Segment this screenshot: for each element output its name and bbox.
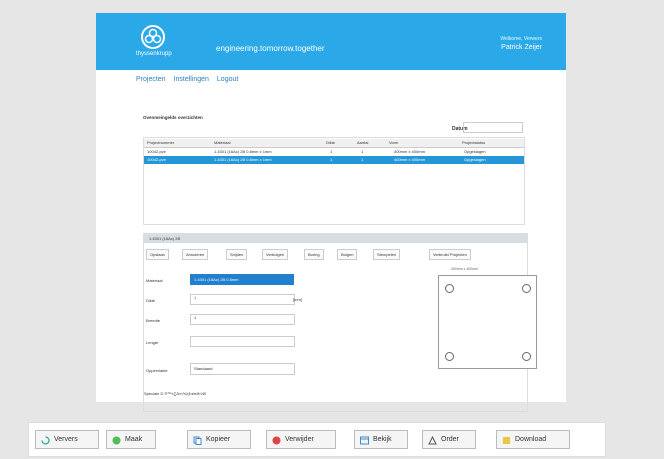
order-icon (428, 435, 437, 445)
cell-aantal: 1 (361, 149, 364, 154)
detail-panel: 1.4301 (16Ac) 2B Opslaan Annuleren Snijd… (143, 233, 537, 412)
nav-instellingen[interactable]: Instellingen (174, 76, 209, 83)
copy-icon (193, 435, 202, 445)
cell-projectnummer: 10042-pve (147, 157, 166, 162)
table-row-selected[interactable]: 10042-pve 1.4301 (16Ac) 2B 0.8mm x 1mm 1… (144, 156, 524, 164)
bekijk-button[interactable]: Bekijk (354, 430, 408, 449)
tab-snijden[interactable]: Snijden (226, 249, 248, 260)
cell-status: Opgeslagen (464, 157, 486, 162)
cell-dikte: 1 (330, 157, 333, 162)
bottom-toolbar: Ververs Maak Kopieer Verwijder Bekijk Or… (28, 422, 606, 457)
col-projectstatus[interactable]: Projectstatus (462, 140, 522, 145)
cell-projectnummer: 10042-pve (147, 149, 166, 154)
table-row[interactable]: 10042-pve 1.4301 (16Ac) 2B 0.8mm x 1mm 1… (144, 148, 524, 156)
col-materiaal[interactable]: Materiaal (214, 140, 314, 145)
cell-aantal: 1 (361, 157, 364, 162)
maak-label: Maak (125, 436, 143, 443)
material-select-value: 1.4301 (16Ac) 2B 0.8mm (194, 277, 239, 282)
download-icon (502, 435, 511, 444)
col-aantal[interactable]: Aantal (357, 140, 382, 145)
order-label: Order (441, 436, 459, 443)
user-name[interactable]: Patrick Zeijer (501, 44, 542, 51)
thyssenkrupp-logo-icon[interactable] (140, 24, 166, 50)
tab-verbuigen[interactable]: Verbuigen (262, 249, 289, 260)
cell-dikte: 1 (330, 149, 333, 154)
finish-label: Oppervlakte (146, 368, 168, 373)
col-vorm[interactable]: Vorm (389, 140, 459, 145)
nav-logout[interactable]: Logout (217, 76, 238, 83)
app-header: thyssenkrupp engineering.tomorrow.togeth… (96, 13, 566, 70)
nav-projecten[interactable]: Projecten (136, 76, 166, 83)
dikte-label: Dikte (146, 298, 156, 303)
col-dikte[interactable]: Dikte (326, 140, 351, 145)
tab-verbruikt-projecten[interactable]: Verbruikt Projecten (429, 249, 471, 260)
add-icon (112, 435, 121, 445)
hole-marker (445, 284, 454, 293)
shape-preview (438, 275, 537, 369)
refresh-icon (41, 435, 50, 445)
lengte-label: Lengte (146, 340, 159, 345)
logo-text: thyssenkrupp (136, 51, 172, 57)
breedte-input[interactable]: 1 (190, 314, 295, 325)
project-grid: Projectnummer Materiaal Dikte Aantal Vor… (143, 137, 525, 225)
section-title: Ovenmeingelds overzichten (143, 115, 203, 120)
delete-icon (272, 435, 281, 445)
verwijder-label: Verwijder (285, 436, 314, 443)
ververs-button[interactable]: Ververs (35, 430, 99, 449)
col-projectnummer[interactable]: Projectnummer (147, 140, 202, 145)
welcome-text: Welkome, Verwers (500, 36, 542, 42)
tagline: engineering.tomorrow.together (216, 44, 325, 53)
verwijder-button[interactable]: Verwijder (266, 430, 336, 449)
dikte-input[interactable]: 1 (190, 294, 295, 305)
panel-title: 1.4301 (16Ac) 2B (149, 236, 181, 241)
ververs-label: Ververs (54, 436, 78, 443)
lengte-input[interactable] (190, 336, 295, 347)
download-label: Download (515, 436, 547, 443)
cell-materiaal: 1.4301 (16Ac) 2B 0.8mm x 1mm (214, 157, 272, 162)
tab-opslaan[interactable]: Opslaan (146, 249, 169, 260)
cell-vorm: 400mm x 400mm (394, 157, 425, 162)
main-window: thyssenkrupp engineering.tomorrow.togeth… (96, 13, 566, 412)
tab-buigen[interactable]: Buigen (337, 249, 358, 260)
tab-stempelen[interactable]: Stempelen (373, 249, 401, 260)
tab-boring[interactable]: Boring (304, 249, 324, 260)
hole-marker (522, 352, 531, 361)
cell-status: Opgeslagen (464, 149, 486, 154)
order-button[interactable]: Order (422, 430, 476, 449)
dikte-unit: [mm] (293, 297, 302, 302)
finish-select[interactable]: Standaard (190, 363, 295, 375)
cell-materiaal: 1.4301 (16Ac) 2B 0.8mm x 1mm (214, 149, 272, 154)
cell-vorm: 400mm x 400mm (394, 149, 425, 154)
finish-select-value: Standaard (194, 366, 213, 371)
special-characters[interactable]: Speciale D ®™±∑∆∞√≤≥∫≈≠π∂≈◊Ø (144, 391, 206, 396)
maak-button[interactable]: Maak (106, 430, 156, 449)
preview-label: 400mm x 400mm (451, 267, 479, 271)
hole-marker (522, 284, 531, 293)
kopieer-label: Kopieer (206, 436, 231, 443)
top-nav: Projecten Instellingen Logout (136, 76, 244, 83)
download-button[interactable]: Download (496, 430, 570, 449)
tab-annuleren[interactable]: Annuleren (182, 249, 209, 260)
view-icon (360, 435, 369, 445)
hole-marker (445, 352, 454, 361)
material-label: Materiaal (146, 278, 163, 283)
panel-header: 1.4301 (16Ac) 2B (144, 234, 527, 243)
material-select[interactable]: 1.4301 (16Ac) 2B 0.8mm (190, 274, 294, 285)
kopieer-button[interactable]: Kopieer (187, 430, 251, 449)
bekijk-label: Bekijk (373, 436, 392, 443)
breedte-label: Breedte (146, 318, 161, 323)
date-input[interactable] (463, 122, 523, 133)
grid-header: Projectnummer Materiaal Dikte Aantal Vor… (144, 139, 524, 148)
